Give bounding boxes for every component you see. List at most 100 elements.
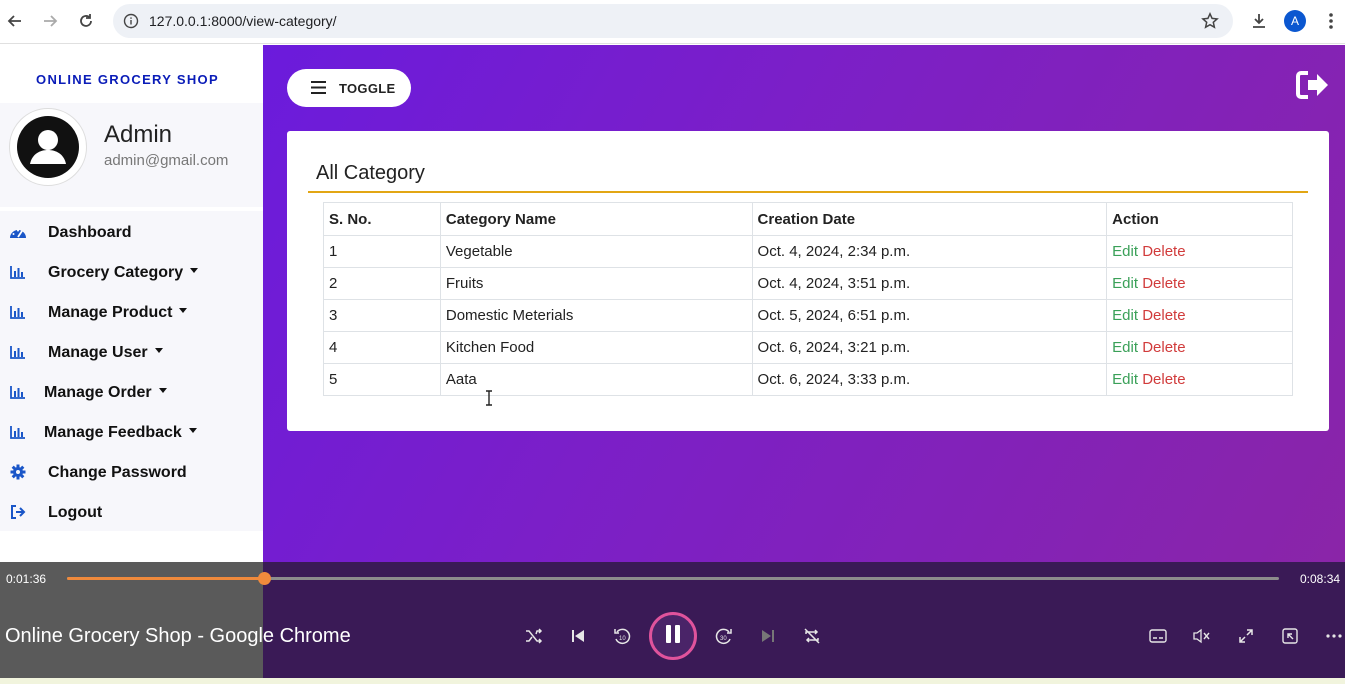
creation-date-cell: Oct. 6, 2024, 3:33 p.m. bbox=[751, 363, 1108, 396]
caret-down-icon bbox=[190, 268, 199, 274]
bar-chart-icon bbox=[9, 304, 27, 320]
forward-30-icon[interactable]: 30 bbox=[714, 626, 734, 646]
reload-icon[interactable] bbox=[76, 11, 96, 31]
action-cell: Edit Delete bbox=[1106, 299, 1293, 332]
toggle-button[interactable]: TOGGLE bbox=[287, 69, 411, 107]
delete-link[interactable]: Delete bbox=[1142, 371, 1185, 388]
sidebar-item-label: Manage Order bbox=[44, 384, 167, 402]
category-card: All Category S. No. Category Name Creati… bbox=[287, 131, 1329, 431]
serial-cell: 4 bbox=[323, 331, 441, 364]
action-cell: Edit Delete bbox=[1106, 363, 1293, 396]
media-title: Online Grocery Shop - Google Chrome bbox=[5, 625, 351, 647]
sidebar-item-grocery-category[interactable]: Grocery Category bbox=[0, 252, 263, 292]
delete-link[interactable]: Delete bbox=[1142, 275, 1185, 292]
back-icon[interactable] bbox=[5, 11, 25, 31]
mini-player-icon[interactable] bbox=[1280, 626, 1300, 646]
download-icon[interactable] bbox=[1249, 11, 1269, 31]
title-divider bbox=[308, 191, 1308, 193]
forward-icon[interactable] bbox=[40, 11, 60, 31]
category-name-cell: Fruits bbox=[439, 267, 753, 300]
action-cell: Edit Delete bbox=[1106, 267, 1293, 300]
sidebar-item-label: Change Password bbox=[48, 464, 187, 481]
more-options-icon[interactable] bbox=[1324, 626, 1344, 646]
caret-down-icon bbox=[154, 348, 163, 354]
bar-chart-icon bbox=[9, 264, 27, 280]
delete-link[interactable]: Delete bbox=[1142, 339, 1185, 356]
user-silhouette-icon bbox=[17, 116, 79, 178]
sidebar-item-change-password[interactable]: Change Password bbox=[0, 452, 263, 492]
creation-date-cell: Oct. 5, 2024, 6:51 p.m. bbox=[751, 299, 1108, 332]
seek-thumb[interactable] bbox=[258, 572, 271, 585]
sign-out-icon[interactable] bbox=[1296, 71, 1330, 104]
caret-down-icon bbox=[188, 428, 197, 434]
shuffle-icon[interactable] bbox=[524, 626, 544, 646]
table-row: 3 Domestic Meterials Oct. 5, 2024, 6:51 … bbox=[323, 299, 1293, 332]
profile-name: Admin bbox=[104, 121, 173, 148]
duration-time: 0:08:34 bbox=[1300, 572, 1341, 586]
caret-down-icon bbox=[158, 388, 167, 394]
main-content: TOGGLE All Category S. No. Category Name… bbox=[263, 45, 1345, 562]
sidebar-item-label: Logout bbox=[48, 504, 103, 521]
captions-icon[interactable] bbox=[1148, 626, 1168, 646]
bar-chart-icon bbox=[9, 344, 27, 360]
user-avatar bbox=[9, 108, 87, 186]
category-name-cell: Domestic Meterials bbox=[439, 299, 753, 332]
serial-cell: 2 bbox=[323, 267, 441, 300]
url-text[interactable]: 127.0.0.1:8000/view-category/ bbox=[149, 13, 337, 29]
rewind-10-icon[interactable]: 10 bbox=[612, 626, 632, 646]
edit-link[interactable]: Edit bbox=[1112, 371, 1138, 388]
serial-cell: 5 bbox=[323, 363, 441, 396]
sidebar: ONLINE GROCERY SHOP Admin admin@gmail.co… bbox=[0, 45, 263, 562]
edit-link[interactable]: Edit bbox=[1112, 339, 1138, 356]
category-name-cell: Vegetable bbox=[439, 235, 753, 268]
column-header: Action bbox=[1106, 202, 1293, 236]
sidebar-item-manage-feedback[interactable]: Manage Feedback bbox=[0, 412, 263, 452]
sidebar-item-manage-user[interactable]: Manage User bbox=[0, 332, 263, 372]
gear-icon bbox=[9, 464, 27, 480]
category-name-cell: Kitchen Food bbox=[439, 331, 753, 364]
fullscreen-icon[interactable] bbox=[1236, 626, 1256, 646]
sidebar-item-manage-product[interactable]: Manage Product bbox=[0, 292, 263, 332]
delete-link[interactable]: Delete bbox=[1142, 243, 1185, 260]
table-row: 4 Kitchen Food Oct. 6, 2024, 3:21 p.m. E… bbox=[323, 331, 1293, 364]
action-cell: Edit Delete bbox=[1106, 331, 1293, 364]
dashboard-icon bbox=[9, 224, 27, 240]
profile-avatar[interactable]: A bbox=[1284, 10, 1306, 32]
mute-icon[interactable] bbox=[1192, 626, 1212, 646]
pause-button[interactable] bbox=[649, 612, 697, 660]
kebab-menu-icon[interactable] bbox=[1321, 11, 1341, 31]
action-cell: Edit Delete bbox=[1106, 235, 1293, 268]
bar-chart-icon bbox=[9, 384, 27, 400]
table-header-row: S. No. Category Name Creation Date Actio… bbox=[323, 202, 1293, 236]
sidebar-item-manage-order[interactable]: Manage Order bbox=[0, 372, 263, 412]
edit-link[interactable]: Edit bbox=[1112, 307, 1138, 324]
creation-date-cell: Oct. 4, 2024, 3:51 p.m. bbox=[751, 267, 1108, 300]
creation-date-cell: Oct. 6, 2024, 3:21 p.m. bbox=[751, 331, 1108, 364]
brand-title[interactable]: ONLINE GROCERY SHOP bbox=[0, 72, 255, 87]
previous-track-icon[interactable] bbox=[568, 626, 588, 646]
next-track-icon[interactable] bbox=[758, 626, 778, 646]
toggle-label: TOGGLE bbox=[339, 81, 396, 96]
address-bar[interactable]: 127.0.0.1:8000/view-category/ bbox=[113, 4, 1233, 38]
creation-date-cell: Oct. 4, 2024, 2:34 p.m. bbox=[751, 235, 1108, 268]
sidebar-menu: Dashboard Grocery Category Manage Produc… bbox=[0, 211, 263, 531]
sidebar-item-label: Manage User bbox=[48, 344, 163, 362]
sidebar-item-logout[interactable]: Logout bbox=[0, 492, 263, 532]
sidebar-item-label: Dashboard bbox=[48, 224, 132, 241]
edit-link[interactable]: Edit bbox=[1112, 275, 1138, 292]
delete-link[interactable]: Delete bbox=[1142, 307, 1185, 324]
bookmark-star-icon[interactable] bbox=[1201, 11, 1219, 35]
svg-text:10: 10 bbox=[619, 636, 626, 642]
elapsed-time: 0:01:36 bbox=[6, 572, 47, 586]
site-info-icon[interactable] bbox=[123, 13, 139, 34]
sidebar-item-dashboard[interactable]: Dashboard bbox=[0, 212, 263, 252]
page-title: All Category bbox=[316, 162, 425, 184]
pause-icon bbox=[664, 624, 682, 649]
table-row: 2 Fruits Oct. 4, 2024, 3:51 p.m. Edit De… bbox=[323, 267, 1293, 300]
edit-link[interactable]: Edit bbox=[1112, 243, 1138, 260]
seek-progress bbox=[67, 577, 264, 580]
category-table: S. No. Category Name Creation Date Actio… bbox=[323, 202, 1293, 396]
column-header: S. No. bbox=[323, 202, 441, 236]
repeat-off-icon[interactable] bbox=[802, 626, 822, 646]
table-row: 5 Aata Oct. 6, 2024, 3:33 p.m. Edit Dele… bbox=[323, 363, 1293, 396]
